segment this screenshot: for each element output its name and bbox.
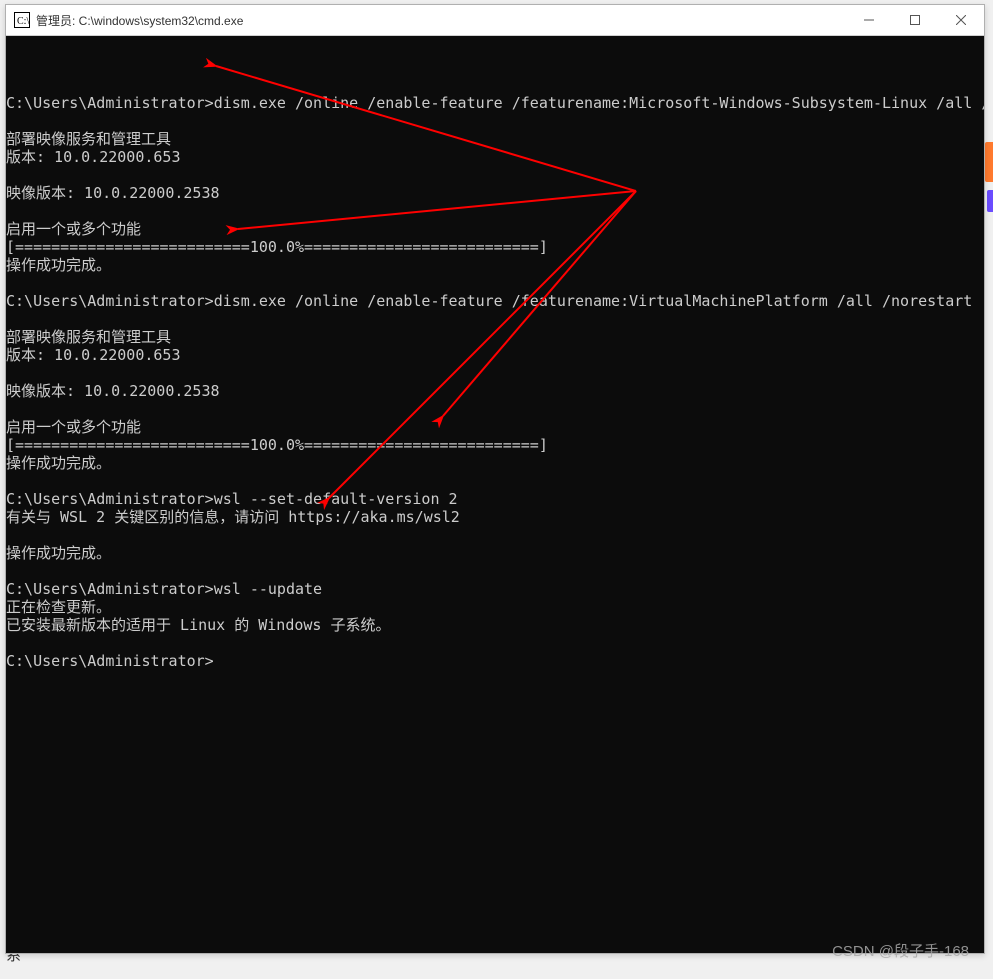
svg-text:C:\: C:\ [17, 16, 29, 27]
terminal-line: 映像版本: 10.0.22000.2538 [6, 184, 984, 202]
cmd-icon: C:\ [14, 12, 30, 28]
terminal-line [6, 526, 984, 544]
terminal-line: C:\Users\Administrator>wsl --set-default… [6, 490, 984, 508]
terminal-line: 有关与 WSL 2 关键区别的信息，请访问 https://aka.ms/wsl… [6, 508, 984, 526]
terminal-line: 版本: 10.0.22000.653 [6, 346, 984, 364]
maximize-button[interactable] [892, 5, 938, 35]
terminal-line: 操作成功完成。 [6, 256, 984, 274]
terminal-line [6, 202, 984, 220]
titlebar[interactable]: C:\ 管理员: C:\windows\system32\cmd.exe [6, 5, 984, 36]
terminal-line [6, 634, 984, 652]
terminal-line [6, 400, 984, 418]
terminal-line [6, 472, 984, 490]
terminal-line: 映像版本: 10.0.22000.2538 [6, 382, 984, 400]
cmd-window: C:\ 管理员: C:\windows\system32\cmd.exe C:\… [5, 4, 985, 954]
window-controls [846, 5, 984, 35]
terminal-line: 启用一个或多个功能 [6, 220, 984, 238]
terminal-line: 操作成功完成。 [6, 454, 984, 472]
terminal-output[interactable]: C:\Users\Administrator>dism.exe /online … [6, 36, 984, 953]
terminal-line: [==========================100.0%=======… [6, 238, 984, 256]
watermark: CSDN @段子手-168 [832, 940, 969, 961]
terminal-line: 启用一个或多个功能 [6, 418, 984, 436]
terminal-line [6, 112, 984, 130]
terminal-line [6, 310, 984, 328]
terminal-line: 部署映像服务和管理工具 [6, 328, 984, 346]
window-title: 管理员: C:\windows\system32\cmd.exe [36, 12, 846, 29]
terminal-line [6, 76, 984, 94]
terminal-line: 正在检查更新。 [6, 598, 984, 616]
terminal-line: [==========================100.0%=======… [6, 436, 984, 454]
terminal-line: 已安装最新版本的适用于 Linux 的 Windows 子系统。 [6, 616, 984, 634]
terminal-line: C:\Users\Administrator>dism.exe /online … [6, 94, 984, 112]
terminal-line [6, 166, 984, 184]
sidebar-chip-purple [987, 190, 993, 212]
terminal-line: C:\Users\Administrator>dism.exe /online … [6, 292, 984, 310]
terminal-line: C:\Users\Administrator> [6, 652, 984, 670]
terminal-line: 版本: 10.0.22000.653 [6, 148, 984, 166]
sidebar-chip-orange [985, 142, 993, 182]
terminal-line [6, 562, 984, 580]
close-button[interactable] [938, 5, 984, 35]
terminal-line: C:\Users\Administrator>wsl --update [6, 580, 984, 598]
terminal-line [6, 274, 984, 292]
terminal-line: 操作成功完成。 [6, 544, 984, 562]
minimize-button[interactable] [846, 5, 892, 35]
terminal-line: 部署映像服务和管理工具 [6, 130, 984, 148]
terminal-line [6, 364, 984, 382]
